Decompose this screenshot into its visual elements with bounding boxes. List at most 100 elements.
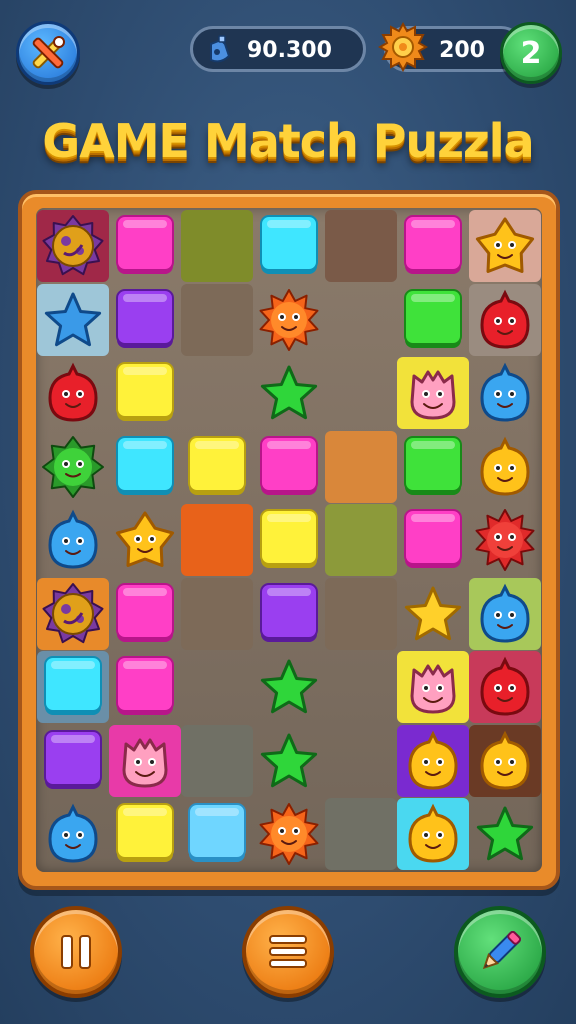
game-title: GAME Match Puzzla <box>42 114 534 168</box>
gold-star-icon <box>404 586 462 640</box>
board-cell[interactable] <box>37 357 109 429</box>
board-cell[interactable] <box>397 724 469 797</box>
pink-monster-icon <box>410 664 456 714</box>
board-cell[interactable] <box>37 504 109 576</box>
board-cell[interactable] <box>253 798 325 870</box>
top-bar: 90.300 200 2 <box>0 0 576 100</box>
board-cell[interactable] <box>37 431 109 503</box>
board-cell[interactable] <box>469 798 541 870</box>
board-cell[interactable] <box>325 210 397 282</box>
board-cell[interactable] <box>109 504 181 576</box>
board-cell[interactable] <box>469 724 541 797</box>
board-cell[interactable] <box>469 651 541 723</box>
purple-block <box>44 729 102 789</box>
tool-button[interactable] <box>16 21 80 85</box>
board-cell[interactable] <box>253 725 325 797</box>
board-cell[interactable] <box>325 798 397 870</box>
cyan-block <box>260 215 318 274</box>
board-cell[interactable] <box>109 284 181 356</box>
board-cell[interactable] <box>397 798 469 870</box>
pause-button[interactable] <box>30 906 122 998</box>
purple-block <box>116 288 174 348</box>
level-value: 2 <box>520 35 542 71</box>
board-cell[interactable] <box>397 504 469 576</box>
board-cell[interactable] <box>397 578 469 650</box>
pencil-icon <box>482 931 521 970</box>
blue-blob-icon <box>480 362 530 422</box>
board-cell[interactable] <box>37 651 109 723</box>
board-cell[interactable] <box>37 210 109 282</box>
board-cell[interactable] <box>469 210 541 282</box>
board-cell[interactable] <box>253 578 325 650</box>
red-blob-icon <box>480 656 530 716</box>
board-cell[interactable] <box>253 357 325 429</box>
board-cell[interactable] <box>37 725 109 797</box>
blue-blob-icon <box>480 583 530 643</box>
menu-icon <box>269 935 307 968</box>
yellow-block <box>116 362 174 421</box>
board-cell[interactable] <box>109 724 181 797</box>
green-block <box>404 288 462 348</box>
board-cell[interactable] <box>181 357 253 429</box>
blue-blob-icon <box>48 509 98 569</box>
board-cell[interactable] <box>181 431 253 503</box>
board-cell[interactable] <box>109 578 181 650</box>
board-cell[interactable] <box>469 431 541 503</box>
board-cell[interactable] <box>109 210 181 282</box>
bottle-icon <box>210 35 231 63</box>
score-value: 90.300 <box>247 38 332 63</box>
board-cell[interactable] <box>325 651 397 723</box>
board-cell[interactable] <box>37 283 109 356</box>
coins-value: 200 <box>439 38 485 63</box>
pencil-button[interactable] <box>454 906 546 998</box>
board-cell[interactable] <box>181 724 253 797</box>
board-cell[interactable] <box>325 725 397 797</box>
board-cell[interactable] <box>181 210 253 282</box>
board-cell[interactable] <box>181 283 253 356</box>
board-cell[interactable] <box>397 284 469 356</box>
pink-block <box>116 215 174 274</box>
cyan-block <box>116 435 174 495</box>
board-cell[interactable] <box>37 577 109 650</box>
board-cell[interactable] <box>109 357 181 429</box>
board-cell[interactable] <box>469 283 541 356</box>
board-cell[interactable] <box>253 504 325 576</box>
wrench-icon <box>32 36 65 69</box>
board-cell[interactable] <box>109 798 181 870</box>
board-cell[interactable] <box>253 284 325 356</box>
board-cell[interactable] <box>181 651 253 723</box>
board-frame <box>18 190 560 890</box>
board-cell[interactable] <box>325 577 397 650</box>
pink-monster-icon <box>122 738 168 787</box>
red-blob-icon <box>480 289 530 349</box>
board-cell[interactable] <box>109 431 181 503</box>
board-cell[interactable] <box>181 798 253 870</box>
green-virus-icon <box>42 435 104 498</box>
board-cell[interactable] <box>469 357 541 429</box>
board-cell[interactable] <box>37 798 109 870</box>
level-badge[interactable]: 2 <box>500 22 562 84</box>
board-cell[interactable] <box>469 504 541 576</box>
board-cell[interactable] <box>397 357 469 429</box>
board-cell[interactable] <box>325 357 397 429</box>
blue-star-icon <box>44 292 102 346</box>
board-cell[interactable] <box>397 651 469 723</box>
board-cell[interactable] <box>253 210 325 282</box>
board-cell[interactable] <box>253 431 325 503</box>
board-cell[interactable] <box>397 431 469 503</box>
board-cell[interactable] <box>325 504 397 576</box>
green-star-icon <box>476 806 534 861</box>
menu-button[interactable] <box>242 906 334 998</box>
board-cell[interactable] <box>109 651 181 723</box>
yellow-star-creature-icon <box>475 217 535 273</box>
green-star-icon <box>260 659 318 714</box>
board-cell[interactable] <box>397 210 469 282</box>
board-cell[interactable] <box>469 577 541 650</box>
board-cell[interactable] <box>325 284 397 356</box>
board-cell[interactable] <box>181 577 253 650</box>
game-board <box>36 208 542 872</box>
board-cell[interactable] <box>181 504 253 576</box>
board-cell[interactable] <box>325 430 397 503</box>
board-cell[interactable] <box>253 651 325 723</box>
blue-blob-icon <box>48 803 98 863</box>
